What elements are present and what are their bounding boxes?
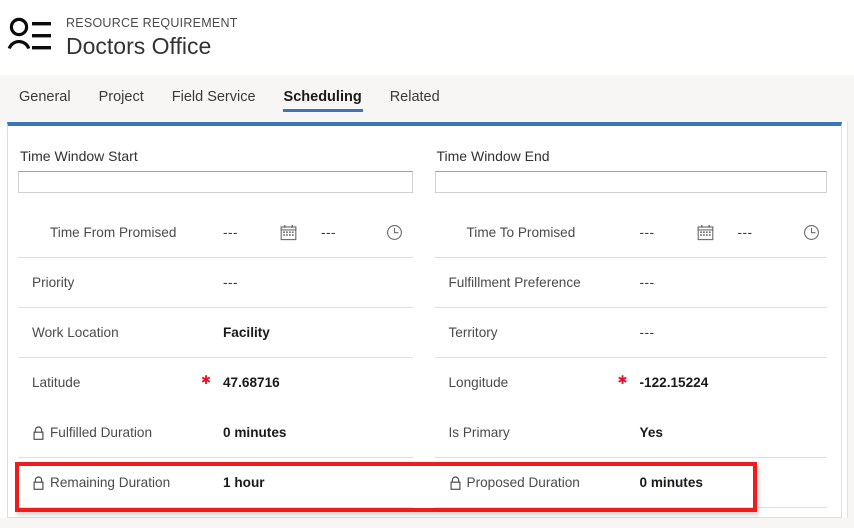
row-work-location[interactable]: Work Location Facility <box>18 308 413 358</box>
time-from-promised-time-picker[interactable] <box>386 224 403 241</box>
lock-icon <box>450 476 460 490</box>
row-value-fulfilled-duration: 0 minutes <box>223 425 287 440</box>
time-window-end-field: Time Window End <box>434 126 827 193</box>
time-window-start-input[interactable] <box>18 171 413 193</box>
app-root: RESOURCE REQUIREMENT Doctors Office Gene… <box>0 0 854 528</box>
bottom-strip <box>0 518 854 528</box>
row-label-fulfillment-preference: Fulfillment Preference <box>448 275 581 290</box>
row-label-is-primary: Is Primary <box>448 425 510 440</box>
row-value-latitude[interactable]: 47.68716 <box>223 375 280 390</box>
row-value-proposed-duration: 0 minutes <box>639 475 703 490</box>
row-time-to-promised[interactable]: Time To Promised --- --- <box>434 208 827 258</box>
row-value-remaining-duration: 1 hour <box>223 475 265 490</box>
required-asterisk-longitude: ✱ <box>617 373 628 387</box>
time-window-start-field: Time Window Start <box>18 126 413 193</box>
required-asterisk-latitude: ✱ <box>201 373 212 387</box>
time-window-end-label: Time Window End <box>436 148 550 164</box>
resource-requirement-icon <box>7 17 51 49</box>
vertical-scrollbar[interactable] <box>847 122 854 522</box>
tab-scheduling[interactable]: Scheduling <box>270 75 376 122</box>
row-label-time-to-promised: Time To Promised <box>466 225 576 240</box>
page-title: Doctors Office <box>66 33 212 59</box>
header-text-group: RESOURCE REQUIREMENT Doctors Office <box>66 15 238 60</box>
row-label-territory: Territory <box>448 325 498 340</box>
time-from-promised-date-picker[interactable] <box>280 224 297 241</box>
time-window-start-label: Time Window Start <box>20 148 138 164</box>
row-remaining-duration: Remaining Duration 1 hour <box>18 458 413 508</box>
time-to-promised-time-value[interactable]: --- <box>738 225 753 240</box>
row-label-priority: Priority <box>32 275 75 290</box>
row-value-fulfillment-preference[interactable]: --- <box>640 275 655 290</box>
row-latitude[interactable]: Latitude ✱ 47.68716 <box>18 358 413 408</box>
record-header: RESOURCE REQUIREMENT Doctors Office <box>0 0 854 75</box>
tab-field-service[interactable]: Field Service <box>158 75 270 122</box>
row-value-priority[interactable]: --- <box>223 275 238 290</box>
row-label-latitude: Latitude <box>32 375 81 390</box>
tab-related[interactable]: Related <box>376 75 454 122</box>
row-value-is-primary[interactable]: Yes <box>640 425 663 440</box>
tab-project[interactable]: Project <box>85 75 158 122</box>
row-label-time-from-promised: Time From Promised <box>50 225 177 240</box>
row-label-work-location: Work Location <box>32 325 119 340</box>
calendar-icon <box>280 225 297 241</box>
row-label-remaining-duration: Remaining Duration <box>50 475 171 490</box>
lock-icon <box>33 476 44 490</box>
time-to-promised-date-value[interactable]: --- <box>640 225 655 240</box>
time-from-promised-date-value[interactable]: --- <box>223 225 238 240</box>
row-value-work-location[interactable]: Facility <box>223 325 270 340</box>
form-rows-right: Time To Promised --- --- Fulfillment Pre… <box>434 208 828 508</box>
row-priority[interactable]: Priority --- <box>18 258 413 308</box>
form-column-left: Time Window Start Time From Promised --- <box>8 126 425 517</box>
row-value-territory[interactable]: --- <box>640 325 655 340</box>
row-longitude[interactable]: Longitude ✱ -122.15224 <box>435 358 828 408</box>
time-from-promised-time-value[interactable]: --- <box>321 225 336 240</box>
row-label-longitude: Longitude <box>448 375 509 390</box>
row-value-longitude[interactable]: -122.15224 <box>640 375 709 390</box>
row-fulfillment-preference[interactable]: Fulfillment Preference --- <box>434 258 827 308</box>
form-rows-left: Time From Promised --- --- Priority --- … <box>18 208 413 508</box>
time-window-end-input[interactable] <box>434 171 827 193</box>
clock-icon <box>803 225 819 240</box>
scheduling-form-panel: Time Window Start Time From Promised --- <box>7 122 842 518</box>
lock-icon <box>33 426 44 440</box>
clock-icon <box>387 225 402 240</box>
row-fulfilled-duration: Fulfilled Duration 0 minutes <box>18 408 413 458</box>
row-label-fulfilled-duration: Fulfilled Duration <box>50 425 152 440</box>
row-territory[interactable]: Territory --- <box>434 308 827 358</box>
form-columns: Time Window Start Time From Promised --- <box>8 126 841 517</box>
row-proposed-duration: Proposed Duration 0 minutes <box>434 458 827 508</box>
tab-bar: General Project Field Service Scheduling… <box>0 75 854 122</box>
calendar-icon <box>697 225 713 241</box>
entity-type-label: RESOURCE REQUIREMENT <box>66 16 238 30</box>
row-label-proposed-duration: Proposed Duration <box>466 475 580 490</box>
time-to-promised-time-picker[interactable] <box>803 224 820 241</box>
time-to-promised-date-picker[interactable] <box>697 224 714 241</box>
row-is-primary[interactable]: Is Primary Yes <box>434 408 827 458</box>
tab-general[interactable]: General <box>5 75 85 122</box>
row-time-from-promised[interactable]: Time From Promised --- --- <box>18 208 413 258</box>
form-column-right: Time Window End Time To Promised --- ---… <box>425 126 842 517</box>
